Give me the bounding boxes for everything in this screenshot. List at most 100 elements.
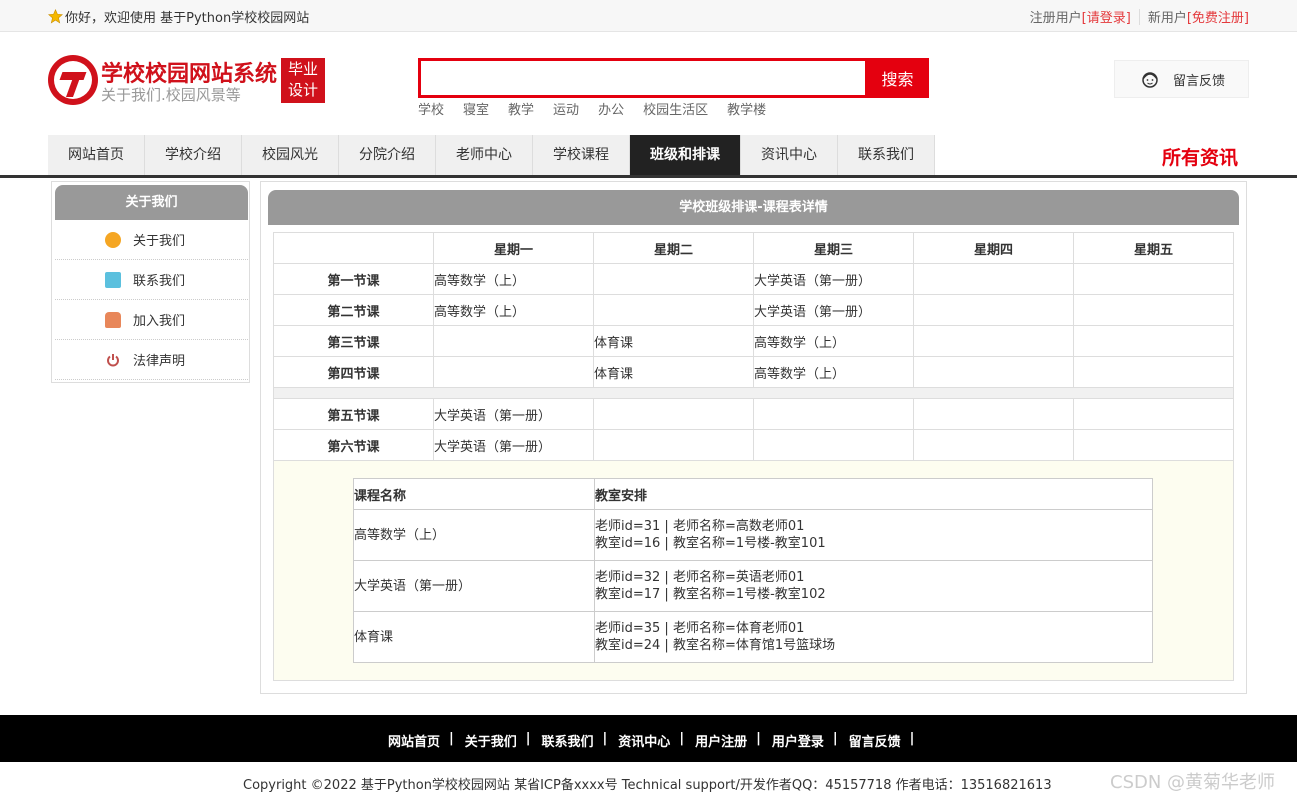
legend-course: 高等数学（上） [353,509,595,561]
footer-link-news[interactable]: 资讯中心 [618,731,670,750]
table-row: 第四节课 体育课 高等数学（上） [273,356,1234,388]
nav-item-campus-scenery[interactable]: 校园风光 [242,135,339,175]
course-cell [593,294,754,326]
sidebar-item-contact[interactable]: 联系我们 [55,260,248,300]
feedback-button[interactable]: 留言反馈 [1114,60,1249,98]
hotword-link[interactable]: 运动 [553,99,579,118]
nav-item-colleges[interactable]: 分院介绍 [339,135,436,175]
course-cell [1073,356,1234,388]
main-nav: 网站首页 学校介绍 校园风光 分院介绍 老师中心 学校课程 班级和排课 资讯中心… [48,135,935,175]
period-label: 第三节课 [273,325,434,357]
feedback-label: 留言反馈 [1173,73,1226,89]
table-row: 第六节课 大学英语（第一册） [273,429,1234,461]
legend-row: 大学英语（第一册） 老师id=32 | 老师名称=英语老师01 教室id=17 … [353,560,1153,612]
site-logo[interactable]: 学校校园网站系统 关于我们.校园风景等 毕业 设计 [48,55,328,107]
course-cell: 高等数学（上） [433,294,594,326]
hotword-link[interactable]: 校园生活区 [643,99,708,118]
sidebar: 关于我们 关于我们 联系我们 加入我们 法律声明 [51,181,250,383]
site-subtitle: 关于我们.校园风景等 [101,86,241,104]
account-links: 注册用户 [请登录] 新用户 [免费注册] [1030,7,1249,26]
period-label: 第四节课 [273,356,434,388]
sidebar-item-join[interactable]: 加入我们 [55,300,248,340]
course-cell: 体育课 [593,325,754,357]
hot-keywords: 学校 寝室 教学 运动 办公 校园生活区 教学楼 [418,99,785,118]
login-link[interactable]: [请登录] [1082,7,1131,26]
course-cell [913,325,1074,357]
nav-item-teachers[interactable]: 老师中心 [436,135,533,175]
top-bar: 你好，欢迎使用 基于Python学校校园网站 注册用户 [请登录] 新用户 [免… [0,0,1297,32]
legend-arrangement: 老师id=32 | 老师名称=英语老师01 教室id=17 | 教室名称=1号楼… [594,560,1153,612]
hotword-link[interactable]: 寝室 [463,99,489,118]
hotword-link[interactable]: 办公 [598,99,624,118]
welcome-text: 你好，欢迎使用 基于Python学校校园网站 [65,11,310,26]
graduation-badge: 毕业 设计 [281,58,325,103]
teacher-line: 老师id=31 | 老师名称=高数老师01 [595,519,805,534]
footer-link-register[interactable]: 用户注册 [695,731,747,750]
nav-item-home[interactable]: 网站首页 [48,135,145,175]
legend-header: 教室安排 [594,478,1153,510]
table-row: 第五节课 大学英语（第一册） [273,398,1234,430]
legend-arrangement: 老师id=31 | 老师名称=高数老师01 教室id=16 | 教室名称=1号楼… [594,509,1153,561]
period-label: 第一节课 [273,263,434,295]
course-cell: 大学英语（第一册） [753,263,914,295]
table-header-row: 星期一 星期二 星期三 星期四 星期五 [273,232,1234,264]
legend-row: 体育课 老师id=35 | 老师名称=体育老师01 教室id=24 | 教室名称… [353,611,1153,663]
course-cell [1073,294,1234,326]
footer-link-about[interactable]: 关于我们 [465,731,517,750]
register-link[interactable]: [免费注册] [1187,7,1249,26]
legend-row: 高等数学（上） 老师id=31 | 老师名称=高数老师01 教室id=16 | … [353,509,1153,561]
room-line: 教室id=17 | 教室名称=1号楼-教室102 [595,587,826,602]
course-legend-table: 课程名称 教室安排 高等数学（上） 老师id=31 | 老师名称=高数老师01 … [353,478,1153,663]
course-cell: 高等数学（上） [433,263,594,295]
legend-header-row: 课程名称 教室安排 [353,478,1153,510]
clipboard-icon [105,271,121,288]
newuser-prefix: 新用户 [1147,11,1187,26]
legend-course: 体育课 [353,611,595,663]
nav-item-contact[interactable]: 联系我们 [838,135,935,175]
course-cell [593,398,754,430]
course-cell: 体育课 [593,356,754,388]
all-news-link[interactable]: 所有资讯 [1162,143,1238,170]
search-button[interactable]: 搜索 [866,58,929,98]
sidebar-title: 关于我们 [55,185,248,220]
sidebar-item-label: 法律声明 [133,354,186,369]
day-header: 星期一 [433,232,594,264]
course-cell [913,263,1074,295]
nav-item-courses[interactable]: 学校课程 [533,135,630,175]
hotword-link[interactable]: 教学楼 [727,99,766,118]
table-row: 第一节课 高等数学（上） 大学英语（第一册） [273,263,1234,295]
panel-title: 学校班级排课-课程表详情 [268,190,1239,225]
watermark: CSDN @黄菊华老师 [1110,772,1276,793]
course-cell: 高等数学（上） [753,325,914,357]
room-line: 教室id=16 | 教室名称=1号楼-教室101 [595,536,826,551]
course-cell: 大学英语（第一册） [433,429,594,461]
search-input[interactable] [418,58,868,98]
course-cell [753,429,914,461]
sidebar-item-about[interactable]: 关于我们 [55,220,248,260]
course-cell [1073,398,1234,430]
sidebar-item-label: 关于我们 [133,234,186,249]
sidebar-item-legal[interactable]: 法律声明 [55,340,248,380]
period-label: 第六节课 [273,429,434,461]
course-cell [913,429,1074,461]
footer-link-feedback[interactable]: 留言反馈 [849,731,901,750]
course-cell: 大学英语（第一册） [433,398,594,430]
break-row [273,387,1234,399]
sidebar-item-label: 加入我们 [133,314,186,329]
footer-link-login[interactable]: 用户登录 [772,731,824,750]
orange-circle-icon [105,231,121,248]
nav-item-class-schedule[interactable]: 班级和排课 [630,135,741,175]
nav-item-school-intro[interactable]: 学校介绍 [145,135,242,175]
course-cell [1073,263,1234,295]
footer-link-home[interactable]: 网站首页 [388,731,440,750]
welcome-area: 你好，欢迎使用 基于Python学校校园网站 [48,7,309,26]
course-cell [1073,325,1234,357]
headset-icon [1142,72,1158,88]
search-bar: 搜索 [418,58,929,98]
footer-link-contact[interactable]: 联系我们 [542,731,594,750]
hotword-link[interactable]: 教学 [508,99,534,118]
legend-header: 课程名称 [353,478,595,510]
nav-item-news[interactable]: 资讯中心 [741,135,838,175]
course-cell [593,429,754,461]
hotword-link[interactable]: 学校 [418,99,444,118]
